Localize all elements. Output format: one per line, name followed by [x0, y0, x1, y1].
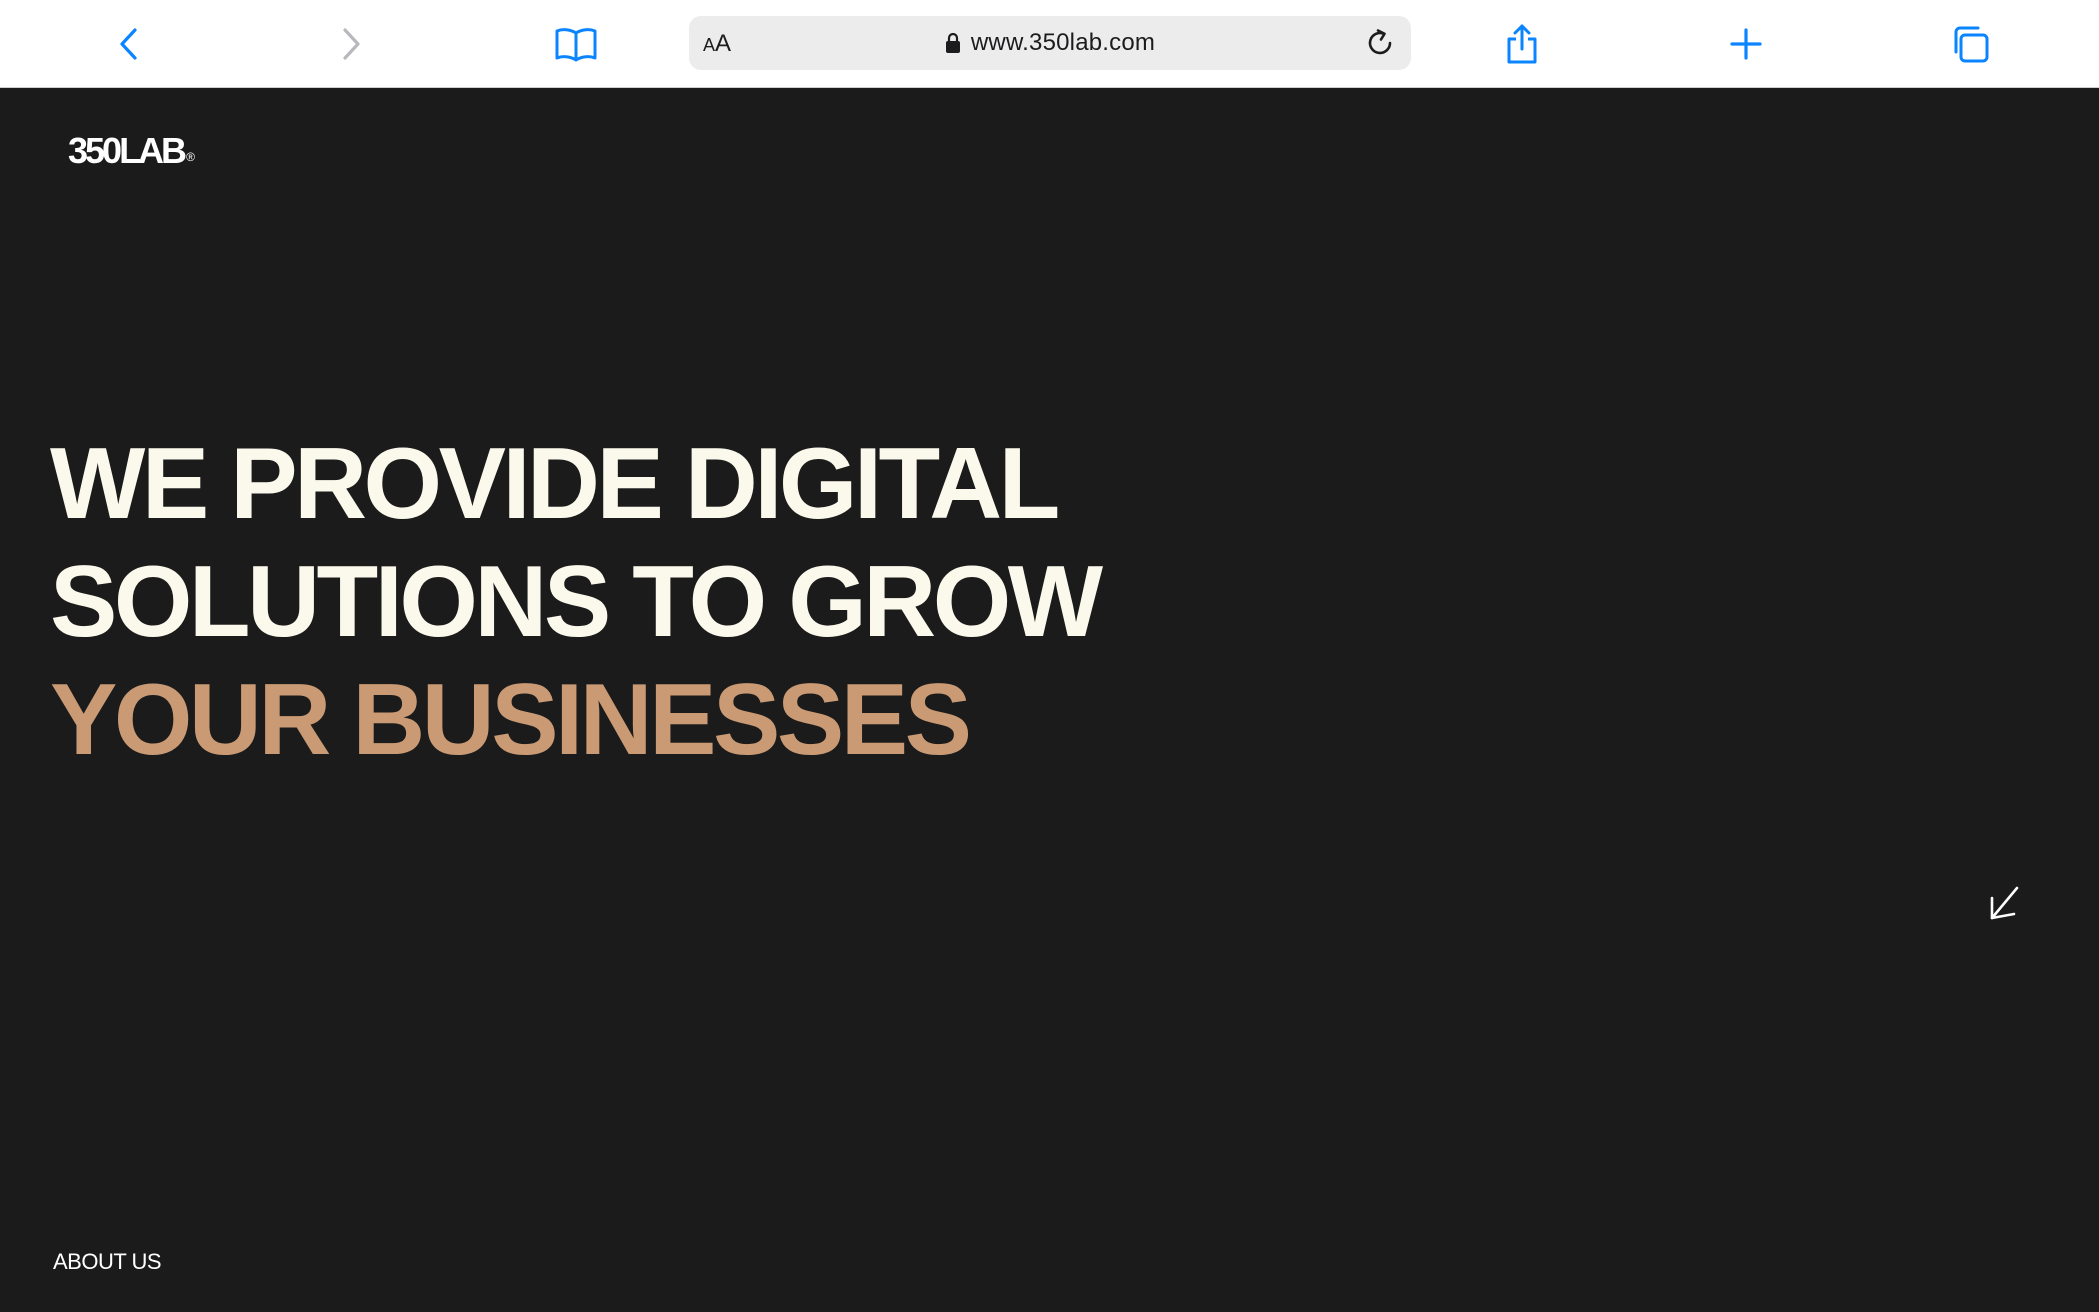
hero-line-2: SOLUTIONS TO GROW [50, 546, 1103, 658]
url-display: www.350lab.com [689, 16, 1411, 70]
address-bar[interactable]: A A www.350lab.com [689, 16, 1411, 70]
tabs-icon [1954, 26, 1989, 63]
hero-line-1: WE PROVIDE DIGITAL [50, 428, 1060, 540]
share-icon [1507, 24, 1537, 64]
hero-headline: WE PROVIDE DIGITAL SOLUTIONS TO GROW YOU… [50, 425, 1103, 779]
web-page: 350LAB ® WE PROVIDE DIGITAL SOLUTIONS TO… [0, 89, 2099, 1312]
forward-button[interactable] [325, 18, 377, 70]
hero-line-3: YOUR BUSINESSES [50, 664, 972, 776]
share-button[interactable] [1496, 18, 1548, 70]
bookmarks-icon [555, 28, 597, 62]
forward-icon [343, 28, 360, 60]
new-tab-icon [1730, 28, 1762, 60]
back-button[interactable] [103, 18, 155, 70]
aa-small-glyph: A [703, 35, 716, 55]
url-text: www.350lab.com [970, 29, 1156, 56]
site-logo[interactable]: 350LAB ® [68, 133, 195, 169]
reload-button[interactable] [1359, 21, 1403, 65]
logo-wordmark: 350LAB [68, 130, 187, 171]
logo-registered-mark: ® [186, 150, 195, 164]
about-us-link[interactable]: ABOUT US [53, 1249, 162, 1275]
tabs-overview-button[interactable] [1944, 18, 1996, 70]
bookmarks-button[interactable] [550, 18, 602, 70]
reload-icon [1368, 29, 1392, 55]
lock-icon [945, 32, 960, 53]
aa-big-glyph: A [715, 30, 732, 57]
back-icon [120, 28, 137, 60]
browser-toolbar: A A www.350lab.com [0, 0, 2099, 88]
arrow-down-left-icon[interactable] [1984, 884, 2024, 924]
new-tab-button[interactable] [1720, 18, 1772, 70]
reader-text-size-button[interactable]: A A [703, 16, 731, 70]
